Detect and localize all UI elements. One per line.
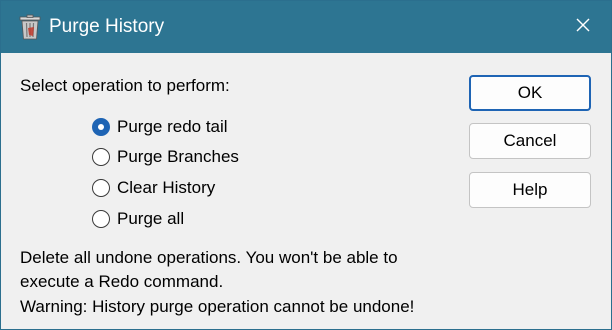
dialog-body: Select operation to perform: Purge redo … bbox=[1, 53, 611, 329]
radio-label: Purge Branches bbox=[117, 147, 239, 166]
window-title: Purge History bbox=[49, 16, 165, 37]
warning-text: Warning: History purge operation cannot … bbox=[20, 297, 415, 316]
close-icon bbox=[575, 17, 591, 38]
operation-prompt: Select operation to perform: bbox=[20, 76, 230, 95]
close-button[interactable] bbox=[555, 1, 611, 53]
trash-can-icon bbox=[18, 14, 42, 40]
title-bar: Purge History bbox=[1, 1, 611, 53]
radio-label: Clear History bbox=[117, 178, 216, 197]
cancel-button[interactable]: Cancel bbox=[469, 123, 591, 159]
radio-label: Purge redo tail bbox=[117, 117, 228, 136]
ok-button[interactable]: OK bbox=[469, 75, 591, 111]
radio-clear-history[interactable]: Clear History bbox=[92, 177, 215, 199]
radio-purge-branches[interactable]: Purge Branches bbox=[92, 146, 239, 168]
radio-button[interactable] bbox=[92, 148, 110, 166]
radio-purge-redo-tail[interactable]: Purge redo tail bbox=[92, 116, 228, 138]
radio-button[interactable] bbox=[92, 179, 110, 197]
radio-button[interactable] bbox=[92, 210, 110, 228]
radio-label: Purge all bbox=[117, 209, 185, 228]
radio-button-selected[interactable] bbox=[92, 118, 110, 136]
operation-description: Delete all undone operations. You won't … bbox=[20, 248, 398, 291]
help-button[interactable]: Help bbox=[469, 172, 591, 208]
purge-history-dialog: Purge History Select operation to perfor… bbox=[0, 0, 612, 330]
radio-purge-all[interactable]: Purge all bbox=[92, 208, 184, 230]
